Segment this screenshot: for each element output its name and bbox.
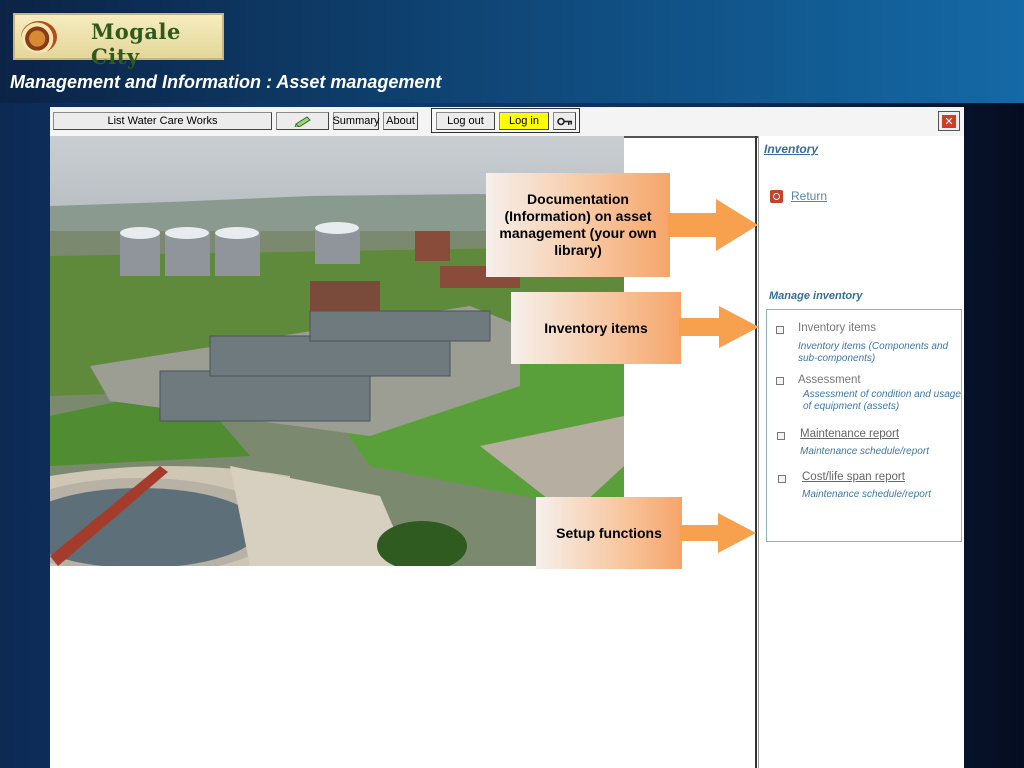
- assessment-label[interactable]: Assessment: [798, 374, 861, 386]
- toolbar: List Water Care Works Summary About Log …: [50, 107, 964, 138]
- logo-emblem-icon: [21, 21, 57, 53]
- callout-setup-functions: Setup functions: [536, 497, 682, 569]
- panel-title-inventory[interactable]: Inventory: [764, 142, 818, 156]
- key-icon: [556, 117, 572, 125]
- cost-lifespan-link[interactable]: Cost/life span report: [802, 471, 905, 483]
- close-icon: ✕: [942, 114, 956, 128]
- logo-text: Mogale City: [91, 19, 181, 69]
- callout-inventory-items: Inventory items: [511, 292, 681, 364]
- pencil-icon: [294, 116, 311, 127]
- inventory-items-checkbox[interactable]: [776, 326, 784, 334]
- maintenance-report-link[interactable]: Maintenance report: [800, 428, 899, 440]
- login-button[interactable]: Log in: [499, 112, 549, 130]
- page-header: Mogale City Management and Information :…: [0, 0, 1024, 103]
- callout-documentation: Documentation (Information) on asset man…: [486, 173, 670, 277]
- return-icon[interactable]: [770, 190, 783, 203]
- callout-arrow-setup: [680, 513, 756, 553]
- close-button[interactable]: ✕: [938, 111, 960, 131]
- manage-inventory-box: Inventory items Inventory items (Compone…: [766, 309, 962, 542]
- page-subtitle: Management and Information : Asset manag…: [10, 72, 442, 92]
- mogale-city-logo: Mogale City: [13, 13, 224, 69]
- cost-lifespan-checkbox[interactable]: [778, 475, 786, 483]
- maintenance-report-checkbox[interactable]: [777, 432, 785, 440]
- logout-button[interactable]: Log out: [436, 112, 495, 130]
- inventory-items-label[interactable]: Inventory items: [798, 322, 876, 334]
- summary-button[interactable]: Summary: [332, 112, 380, 130]
- about-button[interactable]: About: [383, 112, 418, 130]
- cost-lifespan-desc: Maintenance schedule/report: [802, 489, 931, 500]
- assessment-desc: Assessment of condition and usage of equ…: [803, 389, 961, 412]
- key-button[interactable]: [553, 112, 576, 130]
- assessment-checkbox[interactable]: [776, 377, 784, 385]
- inventory-items-desc: Inventory items (Components and sub-comp…: [798, 341, 949, 364]
- callout-arrow-documentation: [668, 199, 758, 251]
- callout-arrow-inventory: [679, 306, 759, 348]
- auth-group: Log out Log in: [431, 108, 580, 133]
- manage-inventory-heading: Manage inventory: [769, 290, 863, 302]
- maintenance-report-desc: Maintenance schedule/report: [800, 446, 929, 457]
- return-link[interactable]: Return: [791, 189, 827, 203]
- inventory-panel: Inventory Return Manage inventory Invent…: [759, 136, 964, 768]
- list-water-care-works-button[interactable]: List Water Care Works: [53, 112, 272, 130]
- edit-button[interactable]: [276, 112, 329, 130]
